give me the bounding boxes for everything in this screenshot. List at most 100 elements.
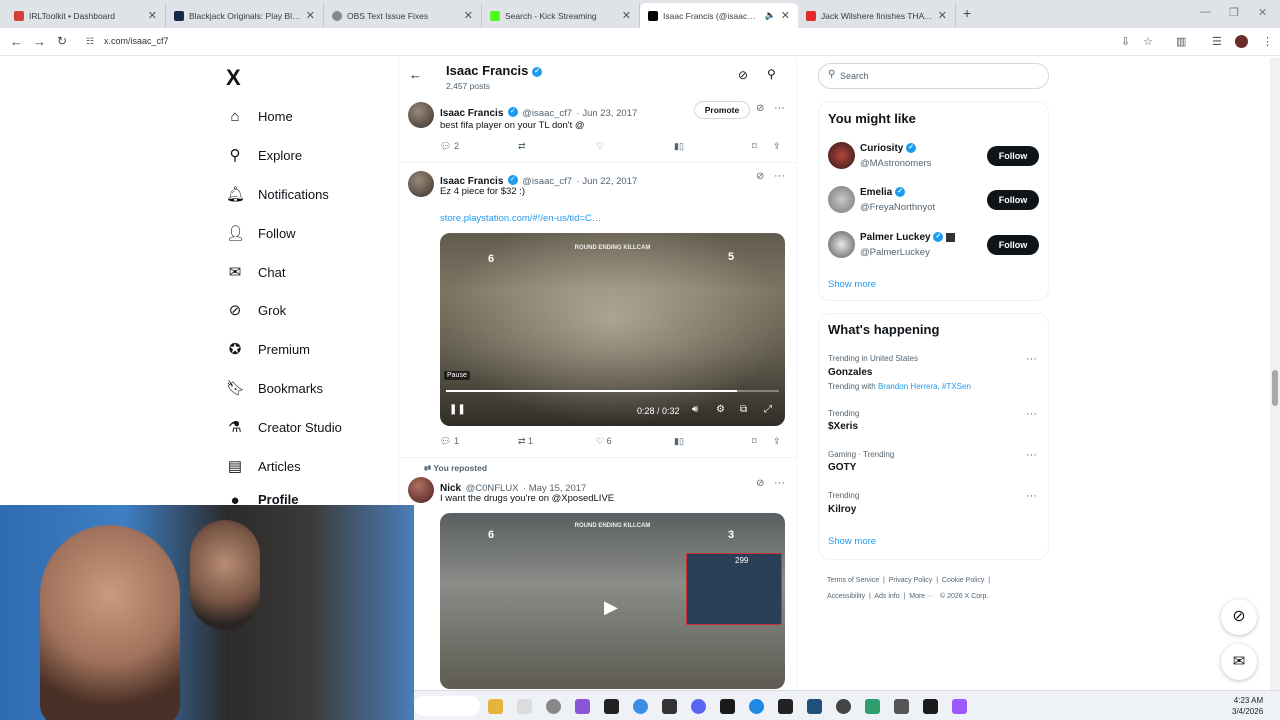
menu-icon[interactable]: ⋮ <box>1262 35 1273 48</box>
retweet-icon[interactable]: ⇄ 1 <box>518 436 533 447</box>
app-icon[interactable] <box>836 699 851 714</box>
more-options-icon[interactable]: ··· <box>774 102 785 114</box>
reload-icon[interactable]: ↻ <box>57 34 67 48</box>
grok-icon[interactable]: ⊘ <box>756 103 764 114</box>
extensions-icon[interactable]: ☰ <box>1212 35 1222 48</box>
url-field[interactable]: x.com/isaac_cf7 <box>104 36 169 46</box>
suggested-user-name[interactable]: Emelia ✓ <box>860 187 906 198</box>
more-options-icon[interactable]: ··· <box>1026 449 1037 461</box>
more-options-icon[interactable]: ··· <box>1026 490 1037 502</box>
sidebar-icon[interactable]: ▥ <box>1176 35 1186 48</box>
close-tab-icon[interactable]: ✕ <box>464 9 481 22</box>
app-icon[interactable] <box>662 699 677 714</box>
profile-avatar[interactable] <box>1235 35 1248 48</box>
avatar[interactable] <box>408 102 434 128</box>
avatar[interactable] <box>408 477 434 503</box>
more-options-icon[interactable]: ··· <box>774 170 785 182</box>
x-logo-icon[interactable]: X <box>226 65 241 91</box>
close-tab-icon[interactable]: ✕ <box>622 9 639 22</box>
suggested-user-name[interactable]: Palmer Luckey ✓ <box>860 232 956 243</box>
more-options-icon[interactable]: ··· <box>774 477 785 489</box>
video-progress-track[interactable] <box>446 390 779 392</box>
app-icon[interactable] <box>517 699 532 714</box>
grok-header-icon[interactable]: ⊘ <box>738 68 748 82</box>
forward-icon[interactable]: → <box>33 34 46 49</box>
nav-profile[interactable]: ● Profile <box>226 492 298 506</box>
tweet-link[interactable]: store.playstation.com/#!/en-us/tid=C… <box>440 213 601 224</box>
reply-icon[interactable]: 💬︎ 2 <box>440 141 459 152</box>
share-icon[interactable]: ⇪ <box>773 141 781 152</box>
views-icon[interactable]: ▮▯ <box>674 436 684 447</box>
search-box[interactable]: ⚲ Search <box>818 63 1049 89</box>
close-tab-icon[interactable]: ✕ <box>781 9 798 22</box>
nav-grok[interactable]: ⊘ Grok <box>226 297 286 323</box>
pause-icon[interactable]: ❚❚ <box>449 404 466 415</box>
browser-tab[interactable]: Blackjack Originals: Play Blackja ✕ <box>166 3 324 28</box>
share-icon[interactable]: ⇪ <box>773 436 781 447</box>
minimize-icon[interactable]: — <box>1200 6 1211 18</box>
more-options-icon[interactable]: ··· <box>1026 408 1037 420</box>
bookmark-icon[interactable]: ⌑ <box>752 436 757 447</box>
browser-tab[interactable]: OBS Text Issue Fixes ✕ <box>324 3 482 28</box>
app-icon[interactable] <box>894 699 909 714</box>
app-icon[interactable] <box>807 699 822 714</box>
volume-icon[interactable]: 🔊︎ <box>692 404 698 415</box>
browser-tab[interactable]: Jack Wilshere finishes THAT Ars ✕ <box>798 3 956 28</box>
back-icon[interactable]: ← <box>10 34 23 49</box>
show-more-link[interactable]: Show more <box>828 279 876 290</box>
app-icon[interactable] <box>923 699 938 714</box>
nav-follow[interactable]: 👤︎ Follow <box>226 220 296 246</box>
chrome-icon[interactable] <box>633 699 648 714</box>
trend-title[interactable]: Gonzales <box>828 367 872 378</box>
trend-title[interactable]: GOTY <box>828 462 856 473</box>
file-explorer-icon[interactable] <box>488 699 503 714</box>
app-icon[interactable] <box>575 699 590 714</box>
site-info-icon[interactable]: ☷ <box>86 36 94 47</box>
views-icon[interactable]: ▮▯ <box>674 141 684 152</box>
nav-explore[interactable]: ⚲ Explore <box>226 142 303 168</box>
follow-button[interactable]: Follow <box>987 146 1039 166</box>
nav-articles[interactable]: ▤ Articles <box>226 453 301 479</box>
retweet-icon[interactable]: ⇄ <box>518 141 526 152</box>
avatar[interactable] <box>828 142 855 169</box>
trend-title[interactable]: $Xeris <box>828 421 858 432</box>
app-icon[interactable] <box>778 699 793 714</box>
browser-tab[interactable]: IRLToolkit • Dashboard ✕ <box>6 3 166 28</box>
app-icon[interactable] <box>865 699 880 714</box>
install-app-icon[interactable]: ⇩ <box>1121 35 1130 48</box>
nav-bookmarks[interactable]: 🔖︎ Bookmarks <box>226 375 323 401</box>
close-tab-icon[interactable]: ✕ <box>148 9 165 22</box>
music-icon[interactable] <box>546 699 561 714</box>
app-icon[interactable] <box>749 699 764 714</box>
new-tab-button[interactable]: + <box>963 5 971 21</box>
grok-icon[interactable]: ⊘ <box>756 171 764 182</box>
reply-icon[interactable]: 💬︎ 1 <box>440 436 459 447</box>
maximize-icon[interactable]: ❐ <box>1229 6 1239 19</box>
video-player[interactable]: ROUND ENDING KILLCAM 6 3 299 ▶ <box>440 513 785 689</box>
search-header-icon[interactable]: ⚲ <box>767 67 776 81</box>
show-more-link[interactable]: Show more <box>828 536 876 547</box>
nav-notifications[interactable]: 🔔︎ Notifications <box>226 181 329 207</box>
play-icon[interactable]: ▶ <box>604 597 618 618</box>
discord-icon[interactable] <box>691 699 706 714</box>
app-icon[interactable] <box>952 699 967 714</box>
nav-home[interactable]: ⌂ Home <box>226 103 292 129</box>
close-tab-icon[interactable]: ✕ <box>938 9 955 22</box>
nav-creator-studio[interactable]: ⚗ Creator Studio <box>226 414 342 440</box>
trend-title[interactable]: Kilroy <box>828 504 856 515</box>
avatar[interactable] <box>408 171 434 197</box>
like-icon[interactable]: ♡ <box>596 141 604 152</box>
settings-gear-icon[interactable]: ⚙ <box>716 404 725 415</box>
grok-icon[interactable]: ⊘ <box>756 478 764 489</box>
follow-button[interactable]: Follow <box>987 235 1039 255</box>
grok-fab-icon[interactable]: ⊘ <box>1221 599 1257 635</box>
speaker-icon[interactable]: 🔈 <box>765 10 776 21</box>
epic-games-icon[interactable] <box>604 699 619 714</box>
clock[interactable]: 4:23 AM 3/4/2026 <box>1232 695 1263 717</box>
more-options-icon[interactable]: ··· <box>1026 353 1037 365</box>
nav-chat[interactable]: ✉ Chat <box>226 259 286 285</box>
close-window-icon[interactable]: ✕ <box>1258 6 1267 19</box>
nav-premium[interactable]: ✪ Premium <box>226 336 310 362</box>
bookmark-icon[interactable]: ⌑ <box>752 141 757 152</box>
browser-tab-active[interactable]: Isaac Francis (@isaac_cf7) / 🔈 ✕ <box>640 3 798 28</box>
